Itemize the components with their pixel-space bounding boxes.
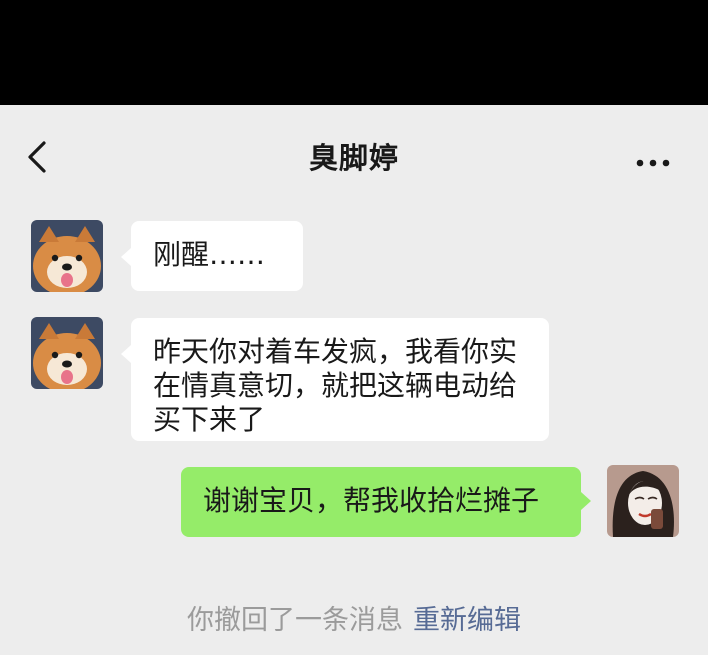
message-bubble-incoming[interactable]: 昨天你对着车发疯，我看你实在情真意切，就把这辆电动给买下来了 (121, 318, 549, 441)
dog-avatar-icon (31, 317, 103, 389)
girl-sketch-avatar-icon (607, 465, 679, 537)
recall-notice: 你撤回了一条消息 重新编辑 (0, 598, 708, 637)
chat-title: 臭脚婷 (308, 141, 399, 175)
message-text: 昨天你对着车发疯，我看你实在情真意切，就把这辆电动给买下来了 (153, 335, 518, 436)
message-bubble-outgoing[interactable]: 谢谢宝贝，帮我收拾烂摊子 (181, 467, 591, 537)
message-text: 谢谢宝贝，帮我收拾烂摊子 (203, 484, 540, 517)
recall-text: 你撤回了一条消息 (187, 605, 403, 636)
reedit-link[interactable]: 重新编辑 (413, 605, 521, 636)
message-text: 刚醒…… (153, 238, 266, 271)
dog-avatar-icon (31, 220, 103, 292)
contact-avatar[interactable] (31, 317, 103, 389)
message-bubble-incoming[interactable]: 刚醒…… (121, 221, 303, 291)
chat-header: 臭脚婷 (0, 105, 708, 205)
more-horizontal-icon (636, 159, 670, 167)
my-avatar[interactable] (607, 465, 679, 537)
contact-avatar[interactable] (31, 220, 103, 292)
status-bar-area (0, 0, 708, 105)
more-button[interactable] (636, 153, 670, 167)
